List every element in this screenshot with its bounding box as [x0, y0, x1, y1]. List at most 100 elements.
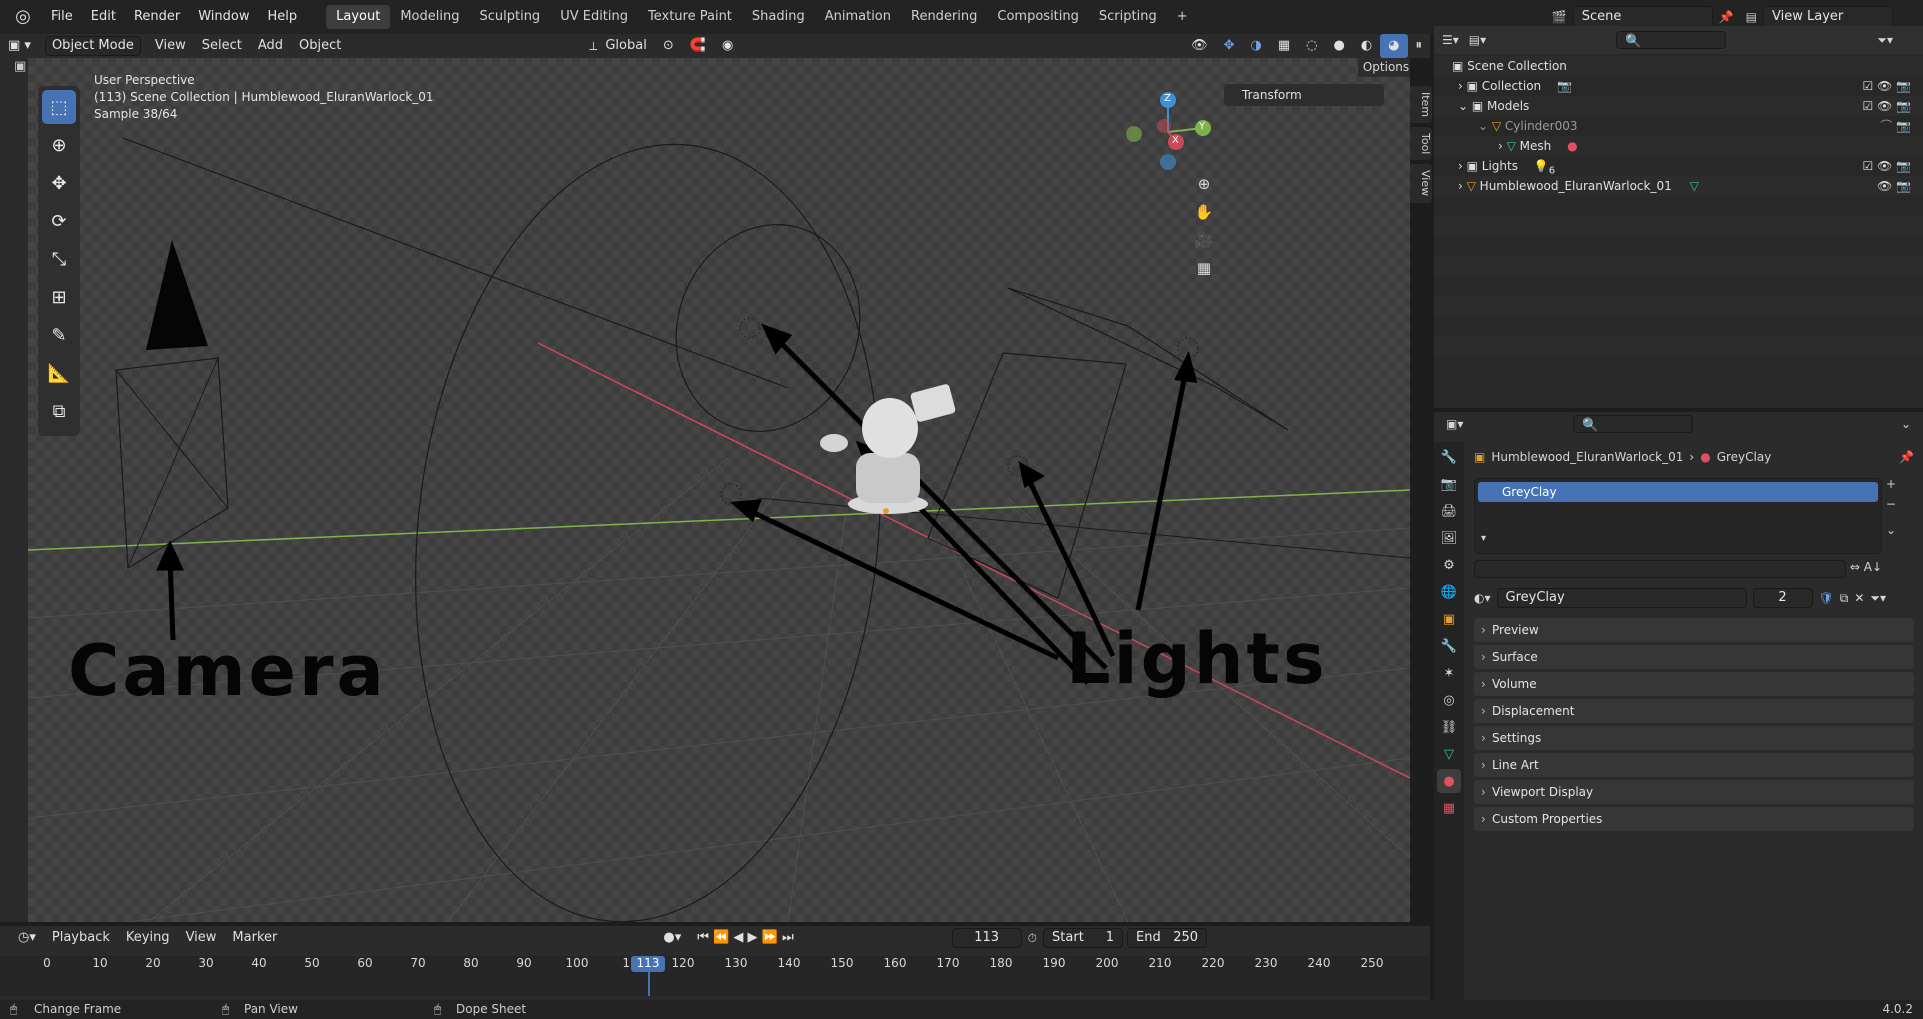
output-tab-icon[interactable]: 🖨: [1437, 499, 1461, 523]
shading-material-icon[interactable]: ◐: [1353, 34, 1380, 58]
xray-icon[interactable]: ▦: [1270, 34, 1298, 58]
orientation-dropdown[interactable]: Global: [597, 34, 654, 58]
pan-hand-icon[interactable]: ✋: [1190, 198, 1218, 226]
transform-tool-icon[interactable]: ⊞: [42, 280, 76, 314]
panel-preview[interactable]: Preview: [1474, 618, 1914, 642]
timeline-menu-marker[interactable]: Marker: [224, 926, 285, 950]
tool-tab-icon[interactable]: 🔧: [1437, 445, 1461, 469]
visibility-toggles[interactable]: ☑ 👁 📷: [1862, 76, 1911, 96]
panel-surface[interactable]: Surface: [1474, 645, 1914, 669]
constraints-tab-icon[interactable]: ⛓: [1437, 715, 1461, 739]
snap-icon[interactable]: 🧲: [682, 34, 714, 58]
sidebar-tab-item[interactable]: Item: [1410, 86, 1432, 124]
pivot-icon[interactable]: ⊙: [655, 34, 682, 58]
slot-filter-input[interactable]: [1474, 560, 1846, 578]
panel-settings[interactable]: Settings: [1474, 726, 1914, 750]
scale-tool-icon[interactable]: ⤡: [42, 242, 76, 276]
filter-icon[interactable]: ⏷▾: [1877, 33, 1893, 48]
viewport-menu-view[interactable]: View: [147, 34, 194, 58]
tab-animation[interactable]: Animation: [815, 5, 901, 29]
visibility-icon[interactable]: 👁: [1183, 34, 1216, 58]
timeline-menu-playback[interactable]: Playback: [44, 926, 118, 950]
ortho-grid-icon[interactable]: ▦: [1190, 254, 1218, 282]
duplicate-icon[interactable]: ⧉: [1840, 591, 1849, 606]
expand-icon[interactable]: ›: [1458, 159, 1467, 173]
sidebar-tab-view[interactable]: View: [1410, 164, 1432, 203]
tab-uv-editing[interactable]: UV Editing: [550, 5, 638, 29]
panel-volume[interactable]: Volume: [1474, 672, 1914, 696]
menu-window[interactable]: Window: [189, 0, 258, 34]
camera-view-icon[interactable]: 🎥: [1190, 226, 1218, 254]
blender-logo-icon[interactable]: ◎: [10, 4, 36, 30]
move-tool-icon[interactable]: ✥: [42, 166, 76, 200]
scene-tab-icon[interactable]: ⚙: [1437, 553, 1461, 577]
outliner-scene-collection[interactable]: ▣ Scene Collection: [1434, 56, 1923, 76]
visibility-toggles[interactable]: ☑ 👁 📷: [1862, 96, 1911, 116]
scene-field[interactable]: Scene: [1572, 6, 1713, 28]
expand-icon[interactable]: ⌄: [1478, 119, 1492, 133]
properties-editor-icon[interactable]: ▣▾: [1446, 417, 1463, 431]
panel-viewport-display[interactable]: Viewport Display: [1474, 780, 1914, 804]
viewport-menu-select[interactable]: Select: [194, 34, 250, 58]
tab-compositing[interactable]: Compositing: [987, 5, 1089, 29]
timeline-menu-view[interactable]: View: [178, 926, 225, 950]
view-layer-field[interactable]: View Layer: [1763, 6, 1893, 28]
playback-controls-icon[interactable]: ⏮ ⏪ ◀ ▶ ⏩ ⏭: [689, 926, 801, 950]
outliner-item-cylinder[interactable]: ⌄ ▽ Cylinder003 ⌒ 📷: [1434, 116, 1923, 136]
outliner-item-collection[interactable]: › ▣ Collection 📷 ☑ 👁 📷: [1434, 76, 1923, 96]
shading-rendered-icon[interactable]: ◕: [1380, 34, 1408, 58]
add-workspace-button[interactable]: +: [1167, 5, 1198, 29]
unlink-icon[interactable]: ✕: [1854, 591, 1864, 605]
sort-icon[interactable]: ⇔ A↓: [1850, 560, 1882, 580]
outliner-item-models[interactable]: ⌄ ▣ Models ☑ 👁 📷: [1434, 96, 1923, 116]
viewport-menu-object[interactable]: Object: [291, 34, 349, 58]
expand-icon[interactable]: ›: [1458, 179, 1467, 193]
expand-icon[interactable]: ›: [1458, 79, 1467, 93]
outliner-item-humblewood[interactable]: › ▽ Humblewood_EluranWarlock_01 ▽ 👁 📷: [1434, 176, 1923, 196]
object-mode-dropdown[interactable]: Object Mode: [44, 36, 141, 56]
editor-type-icon[interactable]: ▣ ▾: [0, 34, 39, 58]
transform-panel-header[interactable]: Transform: [1224, 84, 1384, 106]
timeline-menu-keying[interactable]: Keying: [118, 926, 178, 950]
properties-search-input[interactable]: 🔍: [1573, 415, 1694, 433]
modifier-tab-icon[interactable]: 🔧: [1437, 634, 1461, 658]
object-tab-icon[interactable]: ▣: [1437, 607, 1461, 631]
menu-edit[interactable]: Edit: [82, 0, 125, 34]
record-icon[interactable]: ●▾: [655, 926, 689, 950]
visibility-toggles[interactable]: 👁 📷: [1877, 176, 1911, 196]
annotate-tool-icon[interactable]: ✎: [42, 318, 76, 352]
list-expand-icon[interactable]: ▾: [1481, 533, 1486, 544]
data-tab-icon[interactable]: ▽: [1437, 742, 1461, 766]
end-frame-field[interactable]: End 250: [1127, 928, 1208, 948]
outliner-editor-icon[interactable]: ☰▾: [1442, 33, 1459, 47]
panel-displacement[interactable]: Displacement: [1474, 699, 1914, 723]
sidebar-tab-tool[interactable]: Tool: [1410, 127, 1432, 161]
current-frame-field[interactable]: 113: [951, 928, 1022, 948]
panel-line-art[interactable]: Line Art: [1474, 753, 1914, 777]
fake-user-icon[interactable]: 🛡: [1819, 591, 1834, 605]
start-frame-field[interactable]: Start 1: [1043, 928, 1124, 948]
material-users-count[interactable]: 2: [1752, 588, 1813, 608]
playhead-frame-label[interactable]: 113: [631, 956, 665, 972]
texture-tab-icon[interactable]: ▦: [1437, 796, 1461, 820]
select-tool-icon[interactable]: ⬚: [42, 90, 76, 124]
cursor-tool-icon[interactable]: ⊕: [42, 128, 76, 162]
stopwatch-icon[interactable]: ⏱: [1028, 931, 1037, 946]
visibility-toggles[interactable]: ☑ 👁 📷: [1862, 156, 1911, 176]
tab-texture-paint[interactable]: Texture Paint: [638, 5, 742, 29]
pause-render-icon[interactable]: ⏸: [1408, 34, 1431, 58]
timeline-editor-icon[interactable]: ◷▾: [10, 926, 44, 950]
expand-icon[interactable]: ›: [1498, 139, 1507, 153]
proportional-edit-icon[interactable]: ◉: [714, 34, 741, 58]
world-tab-icon[interactable]: 🌐: [1437, 580, 1461, 604]
breadcrumb-object[interactable]: Humblewood_EluranWarlock_01: [1491, 450, 1683, 464]
tab-modeling[interactable]: Modeling: [390, 5, 469, 29]
navigation-gizmo[interactable]: Z X Y: [1118, 90, 1218, 170]
pin-icon[interactable]: 📌: [1899, 450, 1914, 464]
add-slot-icon[interactable]: +: [1886, 474, 1896, 494]
menu-render[interactable]: Render: [125, 0, 189, 34]
tab-layout[interactable]: Layout: [326, 5, 391, 29]
tab-sculpting[interactable]: Sculpting: [469, 5, 550, 29]
material-slot-item[interactable]: GreyClay: [1478, 482, 1878, 502]
viewport-menu-add[interactable]: Add: [250, 34, 291, 58]
